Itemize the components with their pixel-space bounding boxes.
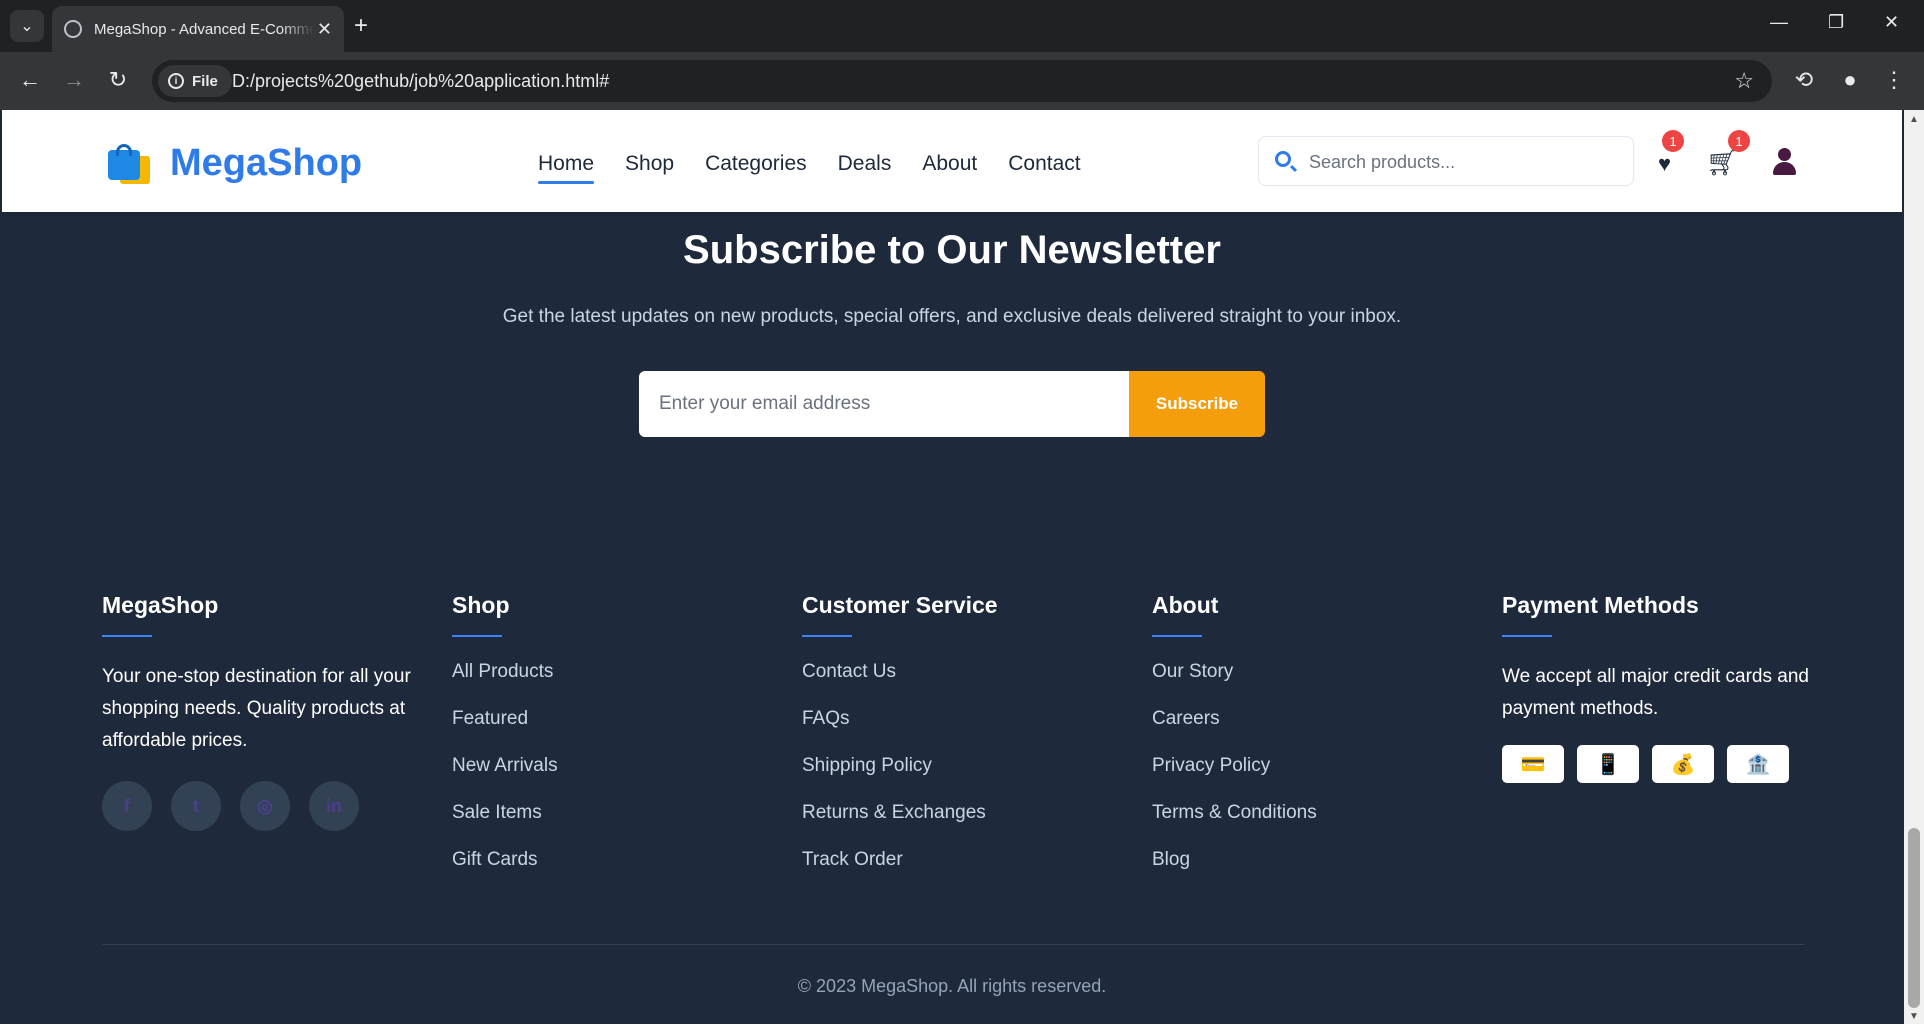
close-tab-icon[interactable]: ✕ [317, 19, 332, 40]
footer-col-service: Customer Service Contact Us FAQs Shippin… [802, 592, 1122, 896]
browser-tab[interactable]: MegaShop - Advanced E-Commerce ✕ [52, 6, 344, 52]
footer-about-text: Your one-stop destination for all your s… [102, 666, 411, 751]
url-text[interactable]: D:/projects%20gethub/job%20application.h… [232, 71, 609, 92]
site-info-chip[interactable]: i File [158, 65, 232, 97]
extensions-icon[interactable]: ⟲ [1790, 66, 1818, 94]
reload-icon[interactable]: ↻ [104, 66, 132, 94]
newsletter-email-input[interactable] [639, 371, 1129, 437]
footer-link[interactable]: New Arrivals [452, 755, 558, 776]
credit-card-icon: 💳 [1502, 745, 1564, 783]
window-close-icon[interactable]: ✕ [1884, 12, 1899, 33]
footer-link[interactable]: Shipping Policy [802, 755, 932, 776]
chevron-down-icon: ⌄ [20, 18, 34, 35]
footer-heading: About [1152, 592, 1472, 637]
footer-link[interactable]: Our Story [1152, 661, 1233, 682]
nav-contact[interactable]: Contact [1008, 152, 1080, 184]
facebook-icon[interactable]: f [102, 781, 152, 831]
browser-tab-bar: ⌄ MegaShop - Advanced E-Commerce ✕ + — ❐… [0, 0, 1924, 52]
footer-link[interactable]: FAQs [802, 708, 850, 729]
nav-categories[interactable]: Categories [705, 152, 807, 184]
footer-heading: Payment Methods [1502, 592, 1822, 637]
footer-link[interactable]: Privacy Policy [1152, 755, 1270, 776]
subscribe-button[interactable]: Subscribe [1129, 371, 1265, 437]
user-icon[interactable] [1770, 148, 1798, 176]
info-icon: i [168, 73, 184, 89]
profile-icon[interactable]: ● [1836, 66, 1864, 94]
copyright: © 2023 MegaShop. All rights reserved. [797, 976, 1107, 996]
mobile-payment-icon: 📱 [1577, 745, 1639, 783]
footer-link[interactable]: Track Order [802, 849, 903, 870]
menu-kebab-icon[interactable]: ⋮ [1880, 66, 1908, 94]
instagram-icon[interactable]: ◎ [240, 781, 290, 831]
minimize-icon[interactable]: — [1770, 12, 1788, 33]
scroll-down-icon[interactable]: ▼ [1909, 1011, 1919, 1022]
cart-badge: 1 [1728, 130, 1750, 152]
nav-shop[interactable]: Shop [625, 152, 674, 184]
scroll-thumb[interactable] [1908, 828, 1920, 1008]
footer-link[interactable]: Blog [1152, 849, 1190, 870]
footer-link[interactable]: Contact Us [802, 661, 896, 682]
footer-heading: MegaShop [102, 592, 422, 637]
newsletter-form: Subscribe [639, 371, 1265, 437]
payment-methods: 💳 📱 💰 🏦 [1502, 745, 1822, 783]
tab-search-button[interactable]: ⌄ [10, 10, 44, 42]
forward-icon[interactable]: → [60, 66, 88, 94]
footer-col-about: MegaShop Your one-stop destination for a… [102, 592, 422, 831]
footer-heading: Customer Service [802, 592, 1122, 637]
main-nav: Home Shop Categories Deals About Contact [538, 152, 1112, 184]
cart-icon[interactable]: 🛒︎ [1706, 149, 1739, 175]
footer-link[interactable]: Returns & Exchanges [802, 802, 986, 823]
footer-divider [102, 944, 1804, 945]
search-icon[interactable] [1275, 151, 1291, 167]
address-bar[interactable]: i File D:/projects%20gethub/job%20applic… [152, 60, 1772, 102]
globe-icon [64, 20, 82, 38]
heart-icon[interactable]: ♥ [1658, 152, 1671, 176]
search-box [1258, 136, 1634, 186]
search-input[interactable] [1309, 149, 1619, 175]
restore-icon[interactable]: ❐ [1828, 12, 1844, 33]
logo-text: MegaShop [170, 142, 363, 184]
nav-about[interactable]: About [922, 152, 977, 184]
logo[interactable]: MegaShop [108, 142, 362, 185]
footer-link[interactable]: Featured [452, 708, 528, 729]
footer-link[interactable]: Gift Cards [452, 849, 538, 870]
footer-payment-text: We accept all major credit cards and pay… [1502, 666, 1809, 719]
footer-link[interactable]: All Products [452, 661, 553, 682]
bookmark-star-icon[interactable]: ☆ [1734, 68, 1754, 94]
site-header: MegaShop Home Shop Categories Deals Abou… [2, 110, 1902, 212]
wishlist-badge: 1 [1662, 130, 1684, 152]
newsletter-subtitle: Get the latest updates on new products, … [502, 306, 1402, 327]
footer-col-shop: Shop All Products Featured New Arrivals … [452, 592, 772, 896]
page-scrollbar[interactable]: ▲ ▼ [1904, 110, 1924, 1024]
page-viewport: MegaShop Home Shop Categories Deals Abou… [2, 110, 1902, 1024]
browser-toolbar: ← → ↻ i File D:/projects%20gethub/job%20… [0, 52, 1924, 110]
bank-icon: 🏦 [1727, 745, 1789, 783]
shopping-bag-icon [108, 143, 150, 184]
site-chip-label: File [192, 72, 218, 90]
twitter-icon[interactable]: t [171, 781, 221, 831]
money-bag-icon: 💰 [1652, 745, 1714, 783]
footer-link[interactable]: Terms & Conditions [1152, 802, 1317, 823]
back-icon[interactable]: ← [16, 66, 44, 94]
nav-deals[interactable]: Deals [838, 152, 892, 184]
footer-link[interactable]: Careers [1152, 708, 1220, 729]
new-tab-button[interactable]: + [354, 12, 368, 40]
newsletter-title: Subscribe to Our Newsletter [683, 228, 1221, 272]
tab-title: MegaShop - Advanced E-Commerce [94, 20, 314, 38]
social-links: f t ◎ in [102, 781, 422, 831]
nav-home[interactable]: Home [538, 152, 595, 184]
footer-link[interactable]: Sale Items [452, 802, 542, 823]
scroll-up-icon[interactable]: ▲ [1909, 114, 1919, 125]
footer-col-payment: Payment Methods We accept all major cred… [1502, 592, 1822, 783]
footer-col-company: About Our Story Careers Privacy Policy T… [1152, 592, 1472, 896]
footer-heading: Shop [452, 592, 772, 637]
linkedin-icon[interactable]: in [309, 781, 359, 831]
